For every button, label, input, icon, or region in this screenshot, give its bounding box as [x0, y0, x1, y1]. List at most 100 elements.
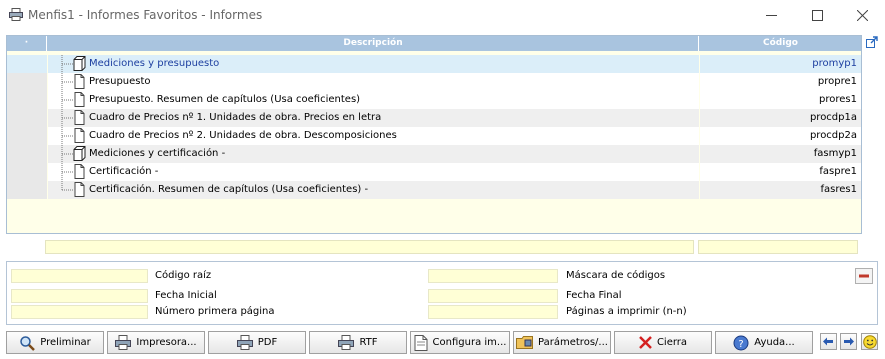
tree-page-icon: [61, 91, 85, 109]
window-title: Menfis1 - Informes Favoritos - Informes: [28, 8, 263, 22]
row-marker-cell[interactable]: [7, 181, 47, 199]
parametros-button[interactable]: Parámetros/...: [513, 331, 611, 354]
mascara-codigos-label: Máscara de códigos: [566, 270, 666, 281]
row-marker-cell[interactable]: [7, 145, 47, 163]
row-marker-cell[interactable]: [7, 109, 47, 127]
fecha-final-label: Fecha Final: [566, 290, 622, 301]
table-row[interactable]: Certificación. Resumen de capítulos (Usa…: [7, 181, 861, 199]
row-description-label: Cuadro de Precios nº 1. Unidades de obra…: [89, 112, 382, 123]
tree-book-icon: [61, 145, 86, 163]
description-cell[interactable]: Cuadro de Precios nº 1. Unidades de obra…: [48, 109, 699, 127]
description-cell[interactable]: Presupuesto: [48, 73, 699, 91]
printer-icon: [115, 335, 132, 350]
tree-book-icon: [61, 55, 86, 73]
minimize-button[interactable]: [756, 4, 786, 26]
close-window-button[interactable]: [847, 4, 877, 26]
row-marker-cell[interactable]: [7, 127, 47, 145]
reports-grid[interactable]: · Descripción Código Mediciones y presup…: [6, 35, 862, 234]
grid-header: · Descripción Código: [7, 36, 861, 51]
configura-label: Configura im...: [432, 337, 507, 348]
fecha-inicial-label: Fecha Inicial: [155, 290, 217, 301]
column-header-description[interactable]: Descripción: [48, 36, 699, 51]
impresora-button[interactable]: Impresora...: [107, 331, 205, 354]
table-row[interactable]: Presupuesto. Resumen de capítulos (Usa c…: [7, 91, 861, 109]
tree-page-icon: [61, 109, 85, 127]
tree-page-icon: [61, 127, 85, 145]
description-cell[interactable]: Cuadro de Precios nº 2. Unidades de obra…: [48, 127, 699, 145]
title-bar: Menfis1 - Informes Favoritos - Informes: [0, 0, 885, 30]
row-code-cell[interactable]: faspre1: [700, 163, 861, 181]
row-description-label: Presupuesto: [89, 76, 151, 87]
description-cell[interactable]: Mediciones y presupuesto: [48, 55, 699, 73]
fecha-final-input[interactable]: [428, 289, 558, 303]
row-code-cell[interactable]: propre1: [700, 73, 861, 91]
description-filter-field[interactable]: [45, 240, 694, 254]
impresora-label: Impresora...: [136, 337, 197, 348]
table-row[interactable]: Mediciones y presupuesto promyp1: [7, 55, 861, 73]
page-setup-icon: [414, 334, 428, 351]
configura-impresion-button[interactable]: Configura im...: [410, 331, 510, 354]
row-description-label: Cuadro de Precios nº 2. Unidades de obra…: [89, 130, 397, 141]
row-marker-cell[interactable]: [7, 163, 47, 181]
description-cell[interactable]: Presupuesto. Resumen de capítulos (Usa c…: [48, 91, 699, 109]
ayuda-button[interactable]: ? Ayuda...: [715, 331, 813, 354]
minimize-icon: [765, 14, 777, 16]
codigo-raiz-input[interactable]: [11, 269, 148, 283]
ayuda-label: Ayuda...: [754, 337, 795, 348]
maximize-button[interactable]: [802, 4, 832, 26]
minus-icon: [859, 274, 869, 278]
numero-primera-pagina-input[interactable]: [11, 305, 148, 319]
column-header-marker[interactable]: ·: [7, 36, 47, 51]
arrow-right-icon: [844, 337, 854, 346]
mascara-codigos-input[interactable]: [428, 269, 558, 283]
table-row[interactable]: Presupuesto propre1: [7, 73, 861, 91]
move-left-button[interactable]: [820, 333, 837, 350]
table-row[interactable]: Cuadro de Precios nº 2. Unidades de obra…: [7, 127, 861, 145]
table-row[interactable]: Cuadro de Precios nº 1. Unidades de obra…: [7, 109, 861, 127]
code-filter-field[interactable]: [698, 240, 858, 254]
description-cell[interactable]: Certificación. Resumen de capítulos (Usa…: [48, 181, 699, 199]
magnifier-icon: [20, 335, 36, 351]
maximize-icon: [811, 9, 823, 21]
pdf-button[interactable]: PDF: [208, 331, 306, 354]
row-description-label: Presupuesto. Resumen de capítulos (Usa c…: [89, 94, 361, 105]
paginas-imprimir-input[interactable]: [428, 305, 558, 319]
row-code-cell[interactable]: prores1: [700, 91, 861, 109]
preliminar-button[interactable]: Preliminar: [6, 331, 104, 354]
column-header-code[interactable]: Código: [700, 36, 861, 51]
pdf-printer-icon: [236, 335, 253, 350]
fecha-inicial-input[interactable]: [11, 289, 148, 303]
row-code-cell[interactable]: fasres1: [700, 181, 861, 199]
cierra-button[interactable]: Cierra: [614, 331, 712, 354]
parametros-label: Parámetros/...: [538, 337, 608, 348]
description-cell[interactable]: Certificación -: [48, 163, 699, 181]
rtf-button[interactable]: RTF: [309, 331, 407, 354]
table-row[interactable]: Mediciones y certificación - fasmyp1: [7, 145, 861, 163]
move-right-button[interactable]: [840, 333, 857, 350]
row-code-cell[interactable]: fasmyp1: [700, 145, 861, 163]
collapse-parameters-button[interactable]: [855, 268, 873, 284]
row-description-label: Certificación -: [89, 166, 159, 177]
numero-primera-pagina-label: Número primera página: [155, 306, 275, 317]
smiley-icon: [862, 334, 877, 349]
preliminar-label: Preliminar: [40, 337, 91, 348]
folder-settings-icon: [516, 336, 534, 349]
row-marker-cell[interactable]: [7, 91, 47, 109]
codigo-raiz-label: Código raíz: [155, 270, 212, 281]
row-description-label: Mediciones y presupuesto: [89, 58, 220, 69]
help-icon: ?: [733, 335, 749, 350]
cierra-label: Cierra: [656, 337, 688, 348]
row-code-cell[interactable]: promyp1: [700, 55, 861, 73]
external-link-icon[interactable]: [866, 36, 878, 48]
table-row[interactable]: Certificación - faspre1: [7, 163, 861, 181]
printer-icon: [9, 8, 23, 21]
grid-rows: Mediciones y presupuesto promyp1 Presupues…: [7, 55, 861, 199]
row-description-label: Certificación. Resumen de capítulos (Usa…: [89, 184, 369, 195]
row-marker-cell[interactable]: [7, 55, 47, 73]
row-marker-cell[interactable]: [7, 73, 47, 91]
description-cell[interactable]: Mediciones y certificación -: [48, 145, 699, 163]
smiley-button[interactable]: [861, 333, 878, 350]
paginas-imprimir-label: Páginas a imprimir (n-n): [566, 306, 687, 317]
row-code-cell[interactable]: procdp2a: [700, 127, 861, 145]
row-code-cell[interactable]: procdp1a: [700, 109, 861, 127]
